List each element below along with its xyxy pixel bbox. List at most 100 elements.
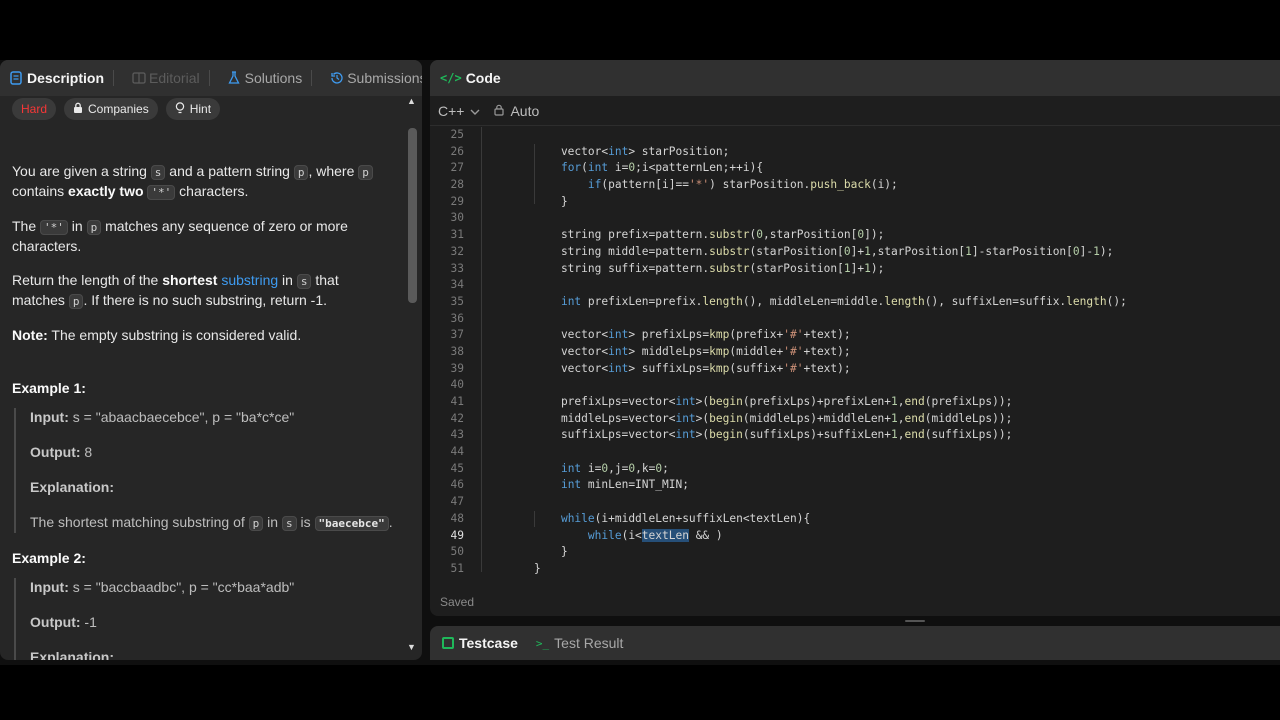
code-text: vector<int> prefixLps=kmp(prefix+'#'+tex…	[534, 328, 851, 342]
code-line[interactable]: 27 for(int i=0;i<patternLen;++i){	[430, 160, 1280, 177]
code-editor[interactable]: 25 26 vector<int> starPosition; 27 for(int…	[430, 127, 1280, 580]
code-line[interactable]: 46 int minLen=INT_MIN;	[430, 477, 1280, 494]
text: Return the length of the	[12, 272, 163, 288]
code-text: string middle=pattern.substr(starPositio…	[534, 244, 1114, 258]
example-1-block: Input: s = "abaacbaecebce", p = "ba*c*ce…	[14, 408, 393, 533]
code-lines: 25 26 vector<int> starPosition; 27 for(int…	[430, 127, 1280, 578]
problem-content: Hard Companies Hint You are given a stri…	[0, 96, 405, 660]
indent-guide	[534, 511, 535, 527]
test-panel-tab-bar: Testcase >_ Test Result	[430, 626, 1280, 660]
example-1-input: Input: s = "abaacbaecebce", p = "ba*c*ce…	[30, 408, 393, 427]
tab-test-result[interactable]: >_ Test Result	[536, 635, 624, 651]
panel-resize-handle[interactable]	[905, 620, 925, 622]
difficulty-label: Hard	[21, 102, 48, 116]
scrollbar-thumb[interactable]	[408, 128, 417, 303]
tab-divider	[113, 70, 115, 86]
inline-code: p	[358, 165, 373, 180]
code-line[interactable]: 30	[430, 210, 1280, 227]
tab-testcase-label: Testcase	[459, 635, 518, 651]
code-line[interactable]: 47	[430, 494, 1280, 511]
code-line[interactable]: 29 }	[430, 194, 1280, 211]
hint-label: Hint	[189, 102, 212, 116]
text: in	[67, 218, 87, 234]
scroll-down-arrow-icon[interactable]: ▼	[407, 642, 416, 652]
code-line[interactable]: 48 while(i+middleLen+suffixLen<textLen){	[430, 511, 1280, 528]
mode-toggle[interactable]: Auto	[494, 103, 539, 119]
line-number: 42	[450, 411, 464, 425]
code-line[interactable]: 25	[430, 127, 1280, 144]
code-line[interactable]: 41 prefixLps=vector<int>(begin(prefixLps…	[430, 394, 1280, 411]
code-line[interactable]: 38 vector<int> middleLps=kmp(middle+'#'+…	[430, 344, 1280, 361]
code-line[interactable]: 36	[430, 311, 1280, 328]
bold-text: shortest	[162, 272, 218, 288]
code-line[interactable]: 49 while(i<textLen && )	[430, 528, 1280, 545]
code-text: middleLps=vector<int>(begin(middleLps)+m…	[534, 411, 1013, 425]
lock-icon	[73, 102, 83, 116]
output-value: 8	[80, 444, 93, 460]
code-line[interactable]: 33 string suffix=pattern.substr(starPosi…	[430, 261, 1280, 278]
document-icon	[10, 71, 22, 85]
code-line[interactable]: 40	[430, 377, 1280, 394]
code-line[interactable]: 28 if(pattern[i]=='*') starPosition.push…	[430, 177, 1280, 194]
line-number: 37	[450, 328, 464, 342]
text: and a pattern string	[165, 163, 294, 179]
code-panel: </> Code C++ Auto 25 26 vector<int> starP…	[430, 60, 1280, 616]
statement-paragraph-2: The '*' in p matches any sequence of zer…	[12, 217, 393, 256]
code-line[interactable]: 26 vector<int> starPosition;	[430, 144, 1280, 161]
left-tab-bar: Description Editorial Solutions Submissi…	[0, 60, 422, 96]
text: The shortest matching substring of	[30, 514, 249, 530]
problem-statement: You are given a string s and a pattern s…	[12, 162, 393, 660]
scroll-up-arrow-icon[interactable]: ▲	[407, 96, 416, 106]
line-number: 40	[450, 378, 464, 392]
editor-toolbar: C++ Auto	[430, 96, 1280, 126]
tab-submissions[interactable]: Submissions	[330, 70, 422, 86]
code-line[interactable]: 39 vector<int> suffixLps=kmp(suffix+'#'+…	[430, 361, 1280, 378]
output-value: -1	[80, 614, 97, 630]
code-line[interactable]: 37 vector<int> prefixLps=kmp(prefix+'#'+…	[430, 327, 1280, 344]
code-line[interactable]: 50 }	[430, 544, 1280, 561]
code-text: int prefixLen=prefix.length(), middleLen…	[560, 294, 1127, 308]
hint-chip[interactable]: Hint	[165, 98, 221, 120]
indent-guide	[534, 144, 535, 204]
code-line[interactable]: 32 string middle=pattern.substr(starPosi…	[430, 244, 1280, 261]
code-text: while(i<textLen && )	[587, 528, 723, 542]
line-number: 49	[450, 528, 464, 542]
code-line[interactable]: 43 suffixLps=vector<int>(begin(suffixLps…	[430, 427, 1280, 444]
tab-editorial[interactable]: Editorial	[132, 70, 210, 86]
description-panel: Description Editorial Solutions Submissi…	[0, 60, 422, 660]
line-number: 38	[450, 344, 464, 358]
text: characters.	[175, 183, 249, 199]
substring-link[interactable]: substring	[221, 272, 278, 288]
example-2-title: Example 2:	[12, 550, 86, 566]
code-line[interactable]: 44	[430, 444, 1280, 461]
code-line[interactable]: 34	[430, 277, 1280, 294]
text: . If there is no such substring, return …	[83, 292, 327, 308]
input-value: s = "abaacbaecebce", p = "ba*c*ce"	[68, 409, 295, 425]
tab-testcase[interactable]: Testcase	[442, 635, 518, 651]
line-number: 46	[450, 478, 464, 492]
tab-divider	[208, 70, 210, 86]
example-1-explanation-label: Explanation:	[30, 478, 393, 497]
line-number: 39	[450, 361, 464, 375]
code-line[interactable]: 31 string prefix=pattern.substr(0,starPo…	[430, 227, 1280, 244]
code-line[interactable]: 51}	[430, 561, 1280, 578]
code-line[interactable]: 42 middleLps=vector<int>(begin(middleLps…	[430, 411, 1280, 428]
tab-description[interactable]: Description	[10, 70, 115, 86]
line-number: 32	[450, 244, 464, 258]
app-root: Description Editorial Solutions Submissi…	[0, 60, 1280, 665]
companies-chip[interactable]: Companies	[64, 98, 158, 120]
line-number: 43	[450, 428, 464, 442]
description-scrollbar[interactable]: ▲ ▼	[406, 96, 418, 656]
code-line[interactable]: 45 int i=0,j=0,k=0;	[430, 461, 1280, 478]
language-select[interactable]: C++	[438, 103, 480, 119]
line-number: 35	[450, 294, 464, 308]
tab-solutions[interactable]: Solutions	[228, 70, 313, 86]
tab-description-label: Description	[27, 70, 105, 86]
line-number: 31	[450, 228, 464, 242]
code-line[interactable]: 35 int prefixLen=prefix.length(), middle…	[430, 294, 1280, 311]
inline-code: p	[293, 165, 309, 180]
code-text: string prefix=pattern.substr(0,starPosit…	[534, 228, 885, 242]
